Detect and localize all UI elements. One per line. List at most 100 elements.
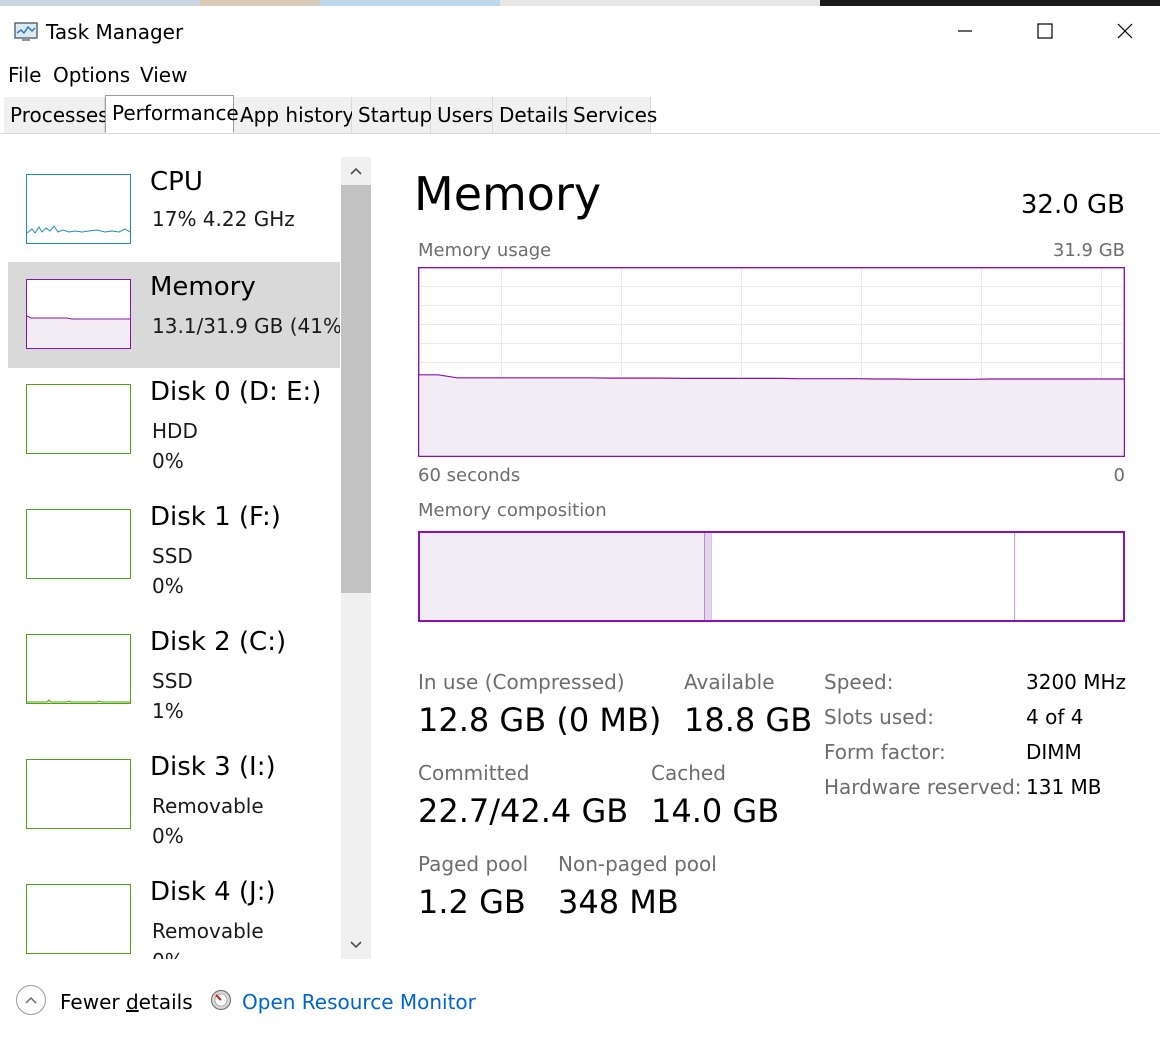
speed-label: Speed:	[824, 670, 894, 694]
non-paged-pool-label: Non-paged pool	[558, 852, 717, 876]
maximize-icon	[1037, 23, 1053, 39]
memory-usage-max: 31.9 GB	[1052, 240, 1125, 261]
sidebar-item-type: Removable	[152, 794, 264, 818]
sidebar-item-usage: 0%	[152, 449, 184, 473]
available-label: Available	[684, 670, 775, 694]
disk0-thumbnail-graph	[26, 384, 131, 454]
composition-modified[interactable]	[704, 531, 713, 622]
tab-performance[interactable]: Performance	[105, 95, 239, 133]
disk1-thumbnail-graph	[26, 509, 131, 579]
usage-area	[419, 374, 1124, 457]
sidebar-item-usage: 0%	[152, 574, 184, 598]
graph-axis-right: 0	[1113, 465, 1125, 486]
sidebar-item-label: Disk 4 (J:)	[150, 877, 276, 907]
tab-app-history[interactable]: App history	[234, 97, 354, 133]
form-factor-label: Form factor:	[824, 740, 946, 764]
memory-usage-label: Memory usage	[418, 240, 552, 261]
memory-composition-bar[interactable]	[418, 531, 1125, 622]
open-resource-monitor-link[interactable]: Open Resource Monitor	[242, 990, 476, 1014]
tab-startup[interactable]: Startup	[352, 97, 432, 133]
total-memory: 32.0 GB	[1020, 190, 1125, 220]
in-use-value: 12.8 GB (0 MB)	[418, 701, 662, 739]
paged-pool-label: Paged pool	[418, 852, 529, 876]
scroll-down-button[interactable]	[341, 931, 371, 959]
cached-value: 14.0 GB	[651, 792, 780, 830]
tab-bar: Processes Performance App history Startu…	[0, 95, 1160, 134]
scroll-up-button[interactable]	[341, 157, 371, 185]
sidebar-item-label: Disk 0 (D: E:)	[150, 377, 322, 407]
sidebar-item-label: Disk 2 (C:)	[150, 627, 287, 657]
tab-processes[interactable]: Processes	[4, 97, 109, 133]
page-title: Memory	[414, 167, 602, 221]
sidebar-item-type: Removable	[152, 919, 264, 943]
resource-monitor-icon	[210, 989, 232, 1011]
sidebar-item-usage: 0%	[152, 949, 184, 959]
composition-standby[interactable]	[711, 532, 1015, 621]
fewer-details-button[interactable]: Fewer details	[60, 990, 193, 1014]
sidebar-item-type: HDD	[152, 419, 198, 443]
sidebar-item-type: SSD	[152, 544, 193, 568]
sidebar-item-disk2[interactable]: Disk 2 (C:) SSD 1%	[8, 617, 340, 723]
task-manager-icon	[14, 22, 38, 41]
sidebar-item-usage: 0%	[152, 824, 184, 848]
sidebar-item-detail: 13.1/31.9 GB (41%)	[152, 314, 340, 338]
tab-users[interactable]: Users	[431, 97, 493, 133]
sidebar-item-detail: 17% 4.22 GHz	[152, 207, 295, 231]
memory-usage-graph	[418, 267, 1125, 457]
menu-bar: File Options View	[0, 60, 1160, 90]
paged-pool-value: 1.2 GB	[418, 883, 526, 921]
non-paged-pool-value: 348 MB	[558, 883, 679, 921]
composition-free[interactable]	[1015, 532, 1124, 621]
sidebar-item-disk3[interactable]: Disk 3 (I:) Removable 0%	[8, 742, 340, 848]
cpu-sparkline	[26, 225, 131, 234]
sidebar-item-disk1[interactable]: Disk 1 (F:) SSD 0%	[8, 492, 340, 598]
available-value: 18.8 GB	[684, 701, 813, 739]
disk4-thumbnail-graph	[26, 884, 131, 954]
in-use-label: In use (Compressed)	[418, 670, 625, 694]
sidebar-item-label: Disk 1 (F:)	[150, 502, 281, 532]
sidebar-item-label: CPU	[150, 167, 203, 197]
chevron-up-icon	[350, 167, 362, 175]
sidebar-item-usage: 1%	[152, 699, 184, 723]
fewer-details-accel: d	[125, 990, 139, 1014]
sidebar-item-memory[interactable]: Memory 13.1/31.9 GB (41%)	[8, 262, 340, 368]
cached-label: Cached	[651, 761, 726, 785]
cpu-thumbnail-graph	[26, 174, 131, 244]
slots-used-value: 4 of 4	[1026, 705, 1084, 729]
fewer-details-text-end: etails	[138, 990, 193, 1014]
slots-used-label: Slots used:	[824, 705, 934, 729]
title-bar[interactable]: Task Manager	[0, 6, 1160, 60]
disk3-thumbnail-graph	[26, 759, 131, 829]
menu-view[interactable]: View	[140, 63, 187, 87]
speed-value: 3200 MHz	[1026, 670, 1127, 694]
menu-options[interactable]: Options	[53, 63, 130, 87]
tab-services[interactable]: Services	[567, 97, 657, 133]
resource-list: CPU 17% 4.22 GHz Memory 13.1/31.9 GB (41…	[0, 157, 340, 959]
sidebar-item-label: Memory	[150, 272, 256, 302]
chevron-up-icon	[25, 996, 37, 1004]
menu-file[interactable]: File	[8, 63, 41, 87]
sidebar-item-disk0[interactable]: Disk 0 (D: E:) HDD 0%	[8, 367, 340, 473]
fewer-details-toggle[interactable]	[16, 985, 46, 1015]
sidebar-scrollbar[interactable]	[341, 157, 371, 959]
composition-in-use[interactable]	[419, 532, 705, 621]
minimize-button[interactable]	[925, 6, 1005, 56]
form-factor-value: DIMM	[1026, 740, 1082, 764]
window-title: Task Manager	[46, 20, 184, 44]
memory-composition-label: Memory composition	[418, 500, 607, 521]
memory-detail-panel: Memory 32.0 GB Memory usage 31.9 GB 60 s…	[380, 157, 1160, 959]
disk2-thumbnail-graph	[26, 634, 131, 704]
memory-thumbnail-graph	[26, 279, 131, 349]
disk2-sparkline	[27, 699, 130, 703]
scroll-thumb[interactable]	[341, 185, 371, 593]
tab-details[interactable]: Details	[493, 97, 568, 133]
fewer-details-text: Fewer	[60, 990, 126, 1014]
memory-sparkline	[26, 315, 130, 348]
sidebar-item-cpu[interactable]: CPU 17% 4.22 GHz	[8, 157, 340, 263]
close-button[interactable]	[1085, 6, 1160, 56]
maximize-button[interactable]	[1005, 6, 1085, 56]
hardware-reserved-label: Hardware reserved:	[824, 775, 1022, 799]
sidebar-item-disk4[interactable]: Disk 4 (J:) Removable 0%	[8, 867, 340, 959]
sidebar-item-type: SSD	[152, 669, 193, 693]
committed-value: 22.7/42.4 GB	[418, 792, 629, 830]
